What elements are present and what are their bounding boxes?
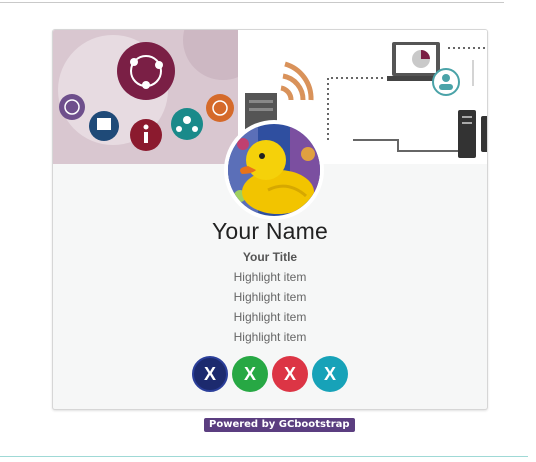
powered-by-badge[interactable]: Powered by GCbootstrap: [204, 418, 355, 432]
document-icon: [89, 111, 119, 141]
profile-card: Your Name Your Title Highlight item High…: [52, 29, 488, 410]
users-icon: [171, 108, 203, 140]
social-link-4[interactable]: X: [312, 356, 348, 392]
x-icon: X: [283, 363, 296, 384]
x-icon: X: [243, 363, 256, 384]
highlight-item: Highlight item: [233, 330, 307, 344]
web-icon: [59, 94, 85, 120]
bottom-divider: [0, 456, 528, 457]
info-icon: [130, 119, 162, 151]
profile-title: Your Title: [242, 250, 298, 264]
profile-name: Your Name: [211, 218, 328, 244]
highlight-item: Highlight item: [233, 310, 307, 324]
x-icon: X: [203, 363, 216, 384]
social-link-3[interactable]: X: [272, 356, 308, 392]
world-icon: [206, 94, 234, 122]
highlight-item: Highlight item: [233, 290, 307, 304]
rubber-duck-photo: [228, 124, 320, 216]
user-icon: [432, 68, 460, 96]
avatar: [224, 120, 324, 220]
x-icon: X: [323, 363, 336, 384]
desktop-tower-icon: [458, 110, 487, 158]
social-link-1[interactable]: X: [192, 356, 228, 392]
social-link-2[interactable]: X: [232, 356, 268, 392]
highlight-item: Highlight item: [233, 270, 307, 284]
top-divider: [0, 2, 504, 3]
network-globe-icon: [117, 42, 175, 100]
